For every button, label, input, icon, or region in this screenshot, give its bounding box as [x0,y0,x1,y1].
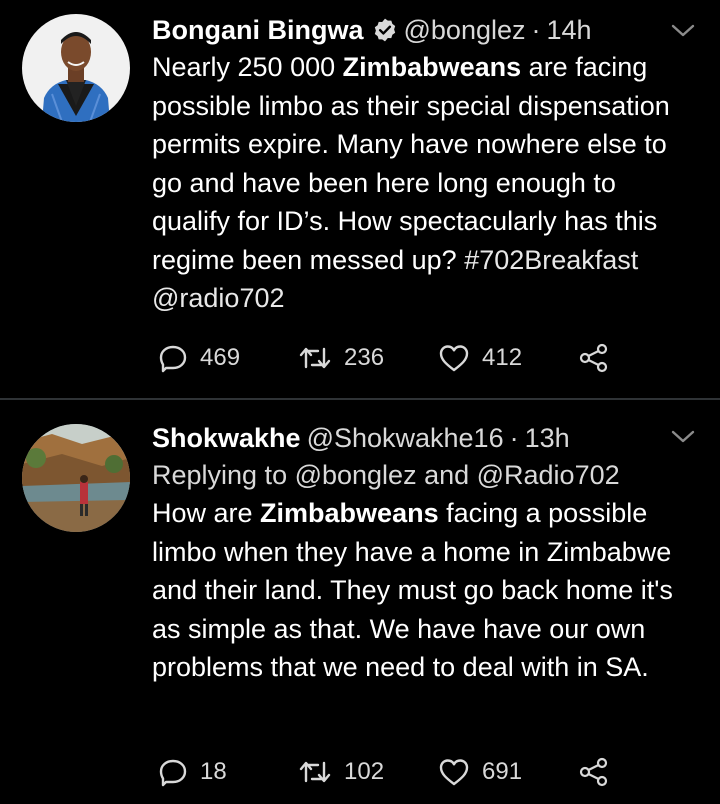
retweet-button[interactable]: 102 [298,757,438,787]
retweet-count: 236 [344,344,385,371]
display-name[interactable]: Bongani Bingwa [152,12,364,48]
reply-icon [159,345,187,373]
tweet-2-text: How are Zimbabweans facing a possible li… [152,498,673,682]
reply-button[interactable]: 18 [158,757,298,787]
tweet-2-content: Shokwakhe @Shokwakhe16 · 13h Replying to… [152,420,700,687]
display-name[interactable]: Shokwakhe [152,420,301,456]
like-count: 412 [482,344,523,371]
tweet-2[interactable]: Shokwakhe @Shokwakhe16 · 13h Replying to… [0,400,720,804]
reply-icon [159,759,187,787]
handle[interactable]: @bonglez [404,12,526,48]
reply-count: 469 [200,344,241,371]
like-button[interactable]: 412 [438,343,578,373]
chevron-down-icon[interactable] [670,22,696,40]
tweet-1-actions: 469 236 412 [158,342,610,374]
retweet-icon [299,761,331,783]
mention-link[interactable]: @radio702 [152,283,285,313]
tweet-1-content: Bongani Bingwa @bonglez · 14h Nearly 250… [152,12,700,318]
handle[interactable]: @Shokwakhe16 [307,420,504,456]
retweet-count: 102 [344,758,385,785]
avatar-bongani[interactable] [22,14,130,122]
avatar-shokwakhe[interactable] [22,424,130,532]
share-button[interactable] [578,756,610,788]
reply-count: 18 [200,758,227,785]
timestamp[interactable]: 14h [547,12,592,48]
share-icon [579,343,608,373]
retweet-button[interactable]: 236 [298,343,438,373]
retweet-icon [299,347,331,369]
like-icon [439,759,469,786]
tweet-2-header: Shokwakhe @Shokwakhe16 · 13h [152,420,700,456]
timestamp[interactable]: 13h [525,420,570,456]
separator-dot: · [531,15,541,45]
share-button[interactable] [578,342,610,374]
chevron-down-icon[interactable] [670,428,696,446]
like-button[interactable]: 691 [438,757,578,787]
tweet-1-header: Bongani Bingwa @bonglez · 14h [152,12,700,48]
hashtag-link[interactable]: #702Breakfast [464,245,638,275]
tweet-1-text: Nearly 250 000 Zimbabweans are facing po… [152,52,670,313]
separator-dot: · [509,423,519,453]
tweet-1[interactable]: Bongani Bingwa @bonglez · 14h Nearly 250… [0,0,720,398]
like-count: 691 [482,758,523,785]
like-icon [439,345,469,372]
reply-button[interactable]: 469 [158,343,298,373]
replying-to[interactable]: Replying to @bonglez and @Radio702 [152,456,700,494]
share-icon [579,757,608,787]
verified-badge-icon [374,18,395,42]
tweet-2-actions: 18 102 691 [158,756,610,788]
